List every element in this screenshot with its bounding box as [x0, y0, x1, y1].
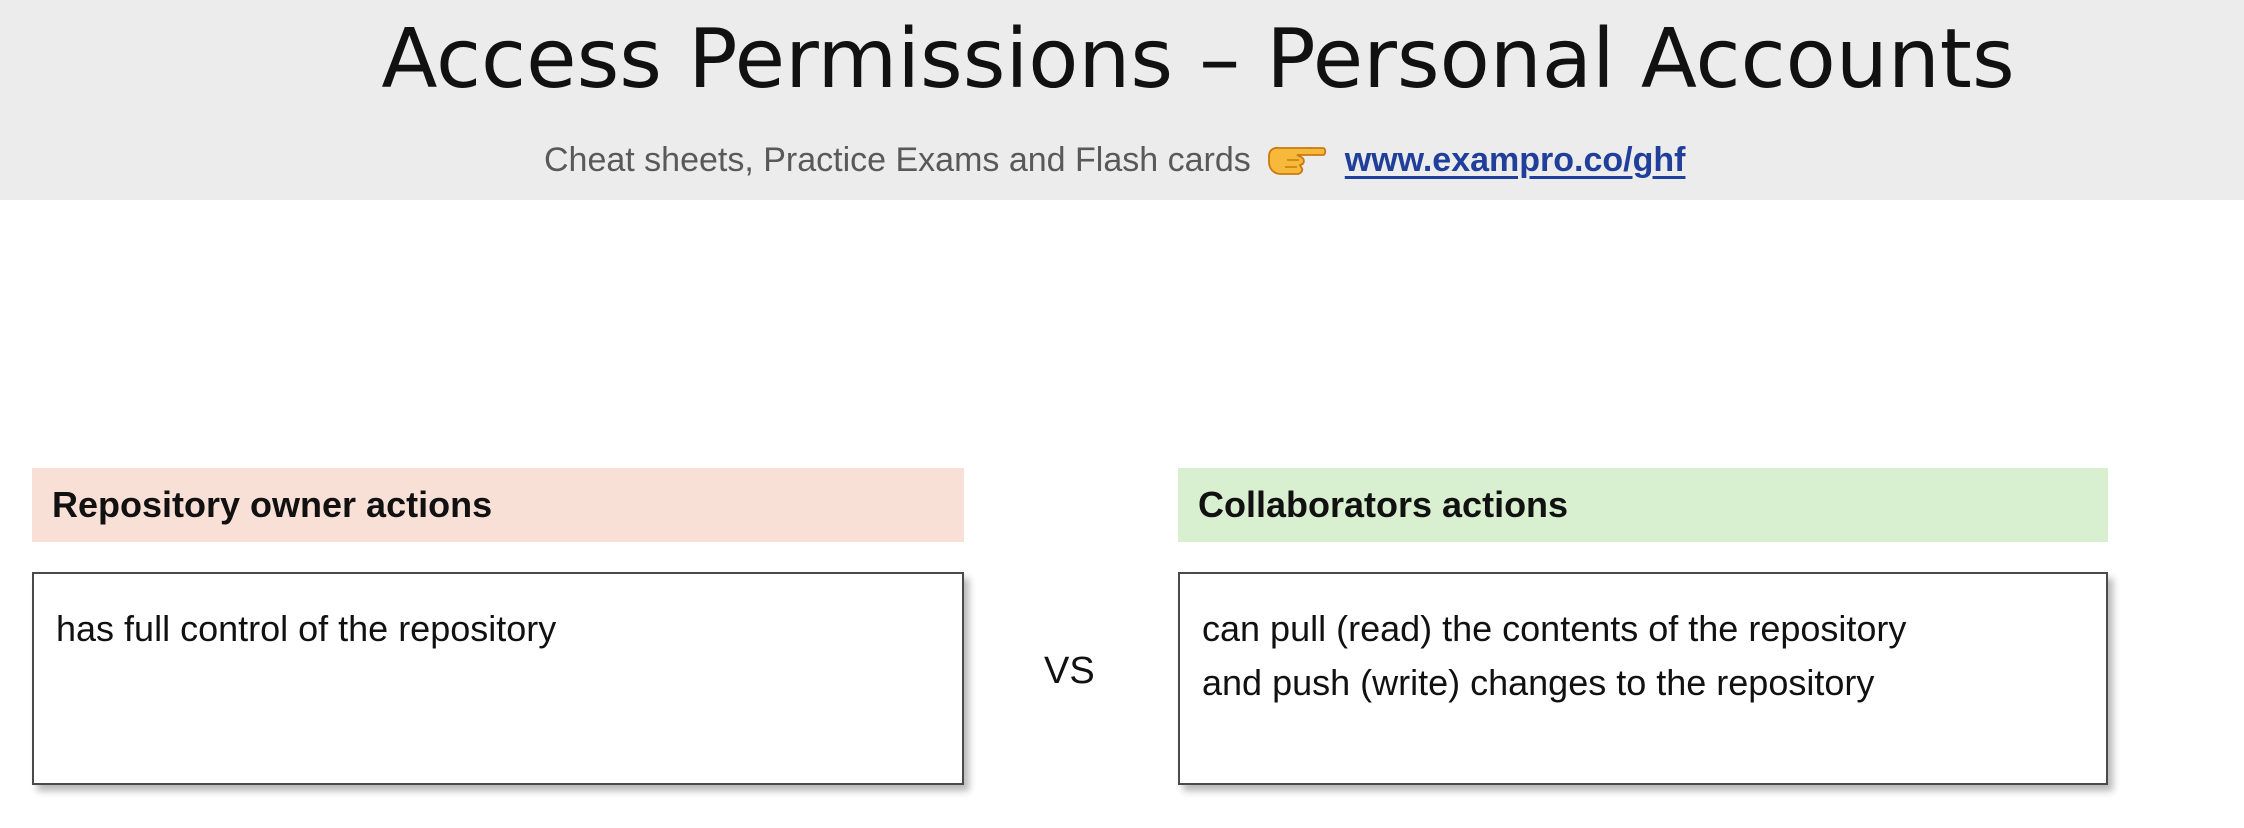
- collaborator-heading-text: Collaborators actions: [1198, 484, 1569, 525]
- subtitle: Cheat sheets, Practice Exams and Flash c…: [544, 140, 1685, 180]
- owner-action-line: has full control of the repository: [56, 608, 557, 649]
- exampro-link[interactable]: www.exampro.co/ghf: [1345, 141, 1686, 180]
- versus-label: VS: [1044, 650, 1095, 692]
- collaborator-action-line: can pull (read) the contents of the repo…: [1202, 608, 1907, 649]
- collaborator-heading: Collaborators actions: [1178, 468, 2108, 542]
- header-band: Access Permissions – Personal Accounts C…: [0, 0, 2244, 200]
- slide-title-text: Access Permissions – Personal Accounts: [381, 12, 2015, 107]
- slide-title: Access Permissions – Personal Accounts: [0, 12, 2244, 107]
- pointing-hand-icon: [1265, 140, 1327, 180]
- owner-heading: Repository owner actions: [32, 468, 964, 542]
- owner-heading-text: Repository owner actions: [52, 484, 493, 525]
- collaborator-action-line: and push (write) changes to the reposito…: [1202, 662, 1875, 703]
- owner-actions-box: has full control of the repository: [32, 572, 964, 785]
- subtitle-text: Cheat sheets, Practice Exams and Flash c…: [544, 140, 1251, 179]
- collaborator-actions-box: can pull (read) the contents of the repo…: [1178, 572, 2108, 785]
